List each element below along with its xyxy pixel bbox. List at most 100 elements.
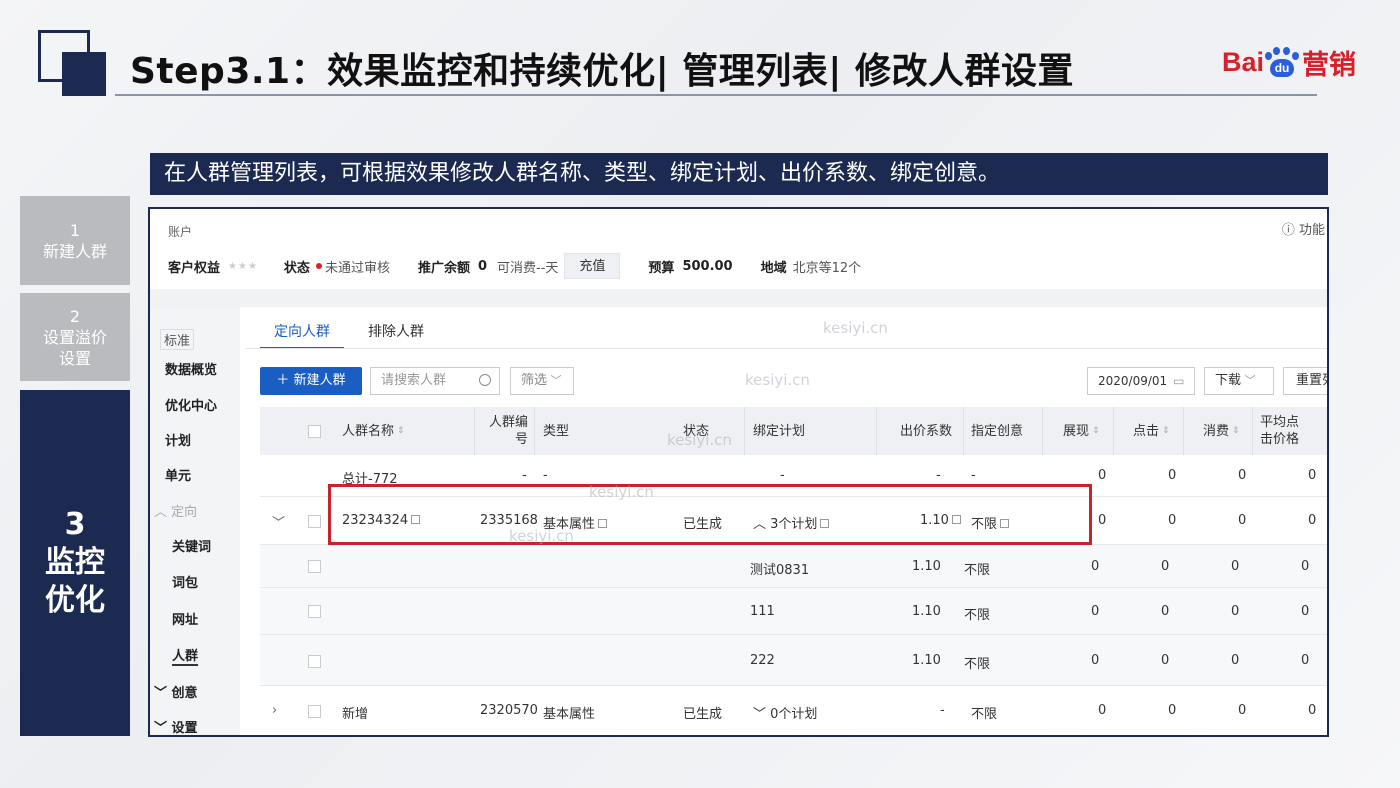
nav-settings-label: 设置	[171, 721, 198, 736]
region-value[interactable]: 北京等12个	[793, 257, 862, 276]
impressions: 0	[1098, 703, 1107, 718]
nav-plan[interactable]: 计划	[165, 430, 191, 449]
col-label: 人群名称	[342, 423, 395, 439]
total-avg: 0	[1308, 468, 1317, 483]
new-crowd-button[interactable]: ＋ 新建人群	[260, 367, 362, 395]
total-type: -	[543, 468, 548, 483]
row-checkbox[interactable]	[308, 605, 321, 618]
date-value: 2020/09/01	[1098, 374, 1168, 388]
col-impressions[interactable]: 展现 ⇕	[1063, 407, 1100, 455]
impressions: 0	[1091, 604, 1100, 619]
nav-keywords[interactable]: 关键词	[172, 536, 211, 555]
nav-settings[interactable]: ﹀ 设置	[154, 717, 198, 736]
tabs-underline	[246, 348, 1327, 349]
col-type[interactable]: 类型	[543, 407, 569, 455]
watermark: kesiyi.cn	[823, 319, 888, 337]
clicks: 0	[1161, 604, 1170, 619]
col-divider	[963, 407, 964, 455]
date-picker[interactable]: 2020/09/01 ▭	[1087, 367, 1195, 395]
filter-select[interactable]: 筛选 ﹀	[510, 367, 574, 395]
total-clicks: 0	[1168, 468, 1177, 483]
recharge-button[interactable]: 充值	[564, 253, 621, 279]
nav-creative[interactable]: ﹀ 创意	[154, 682, 198, 701]
crowd-type[interactable]: 基本属性	[543, 703, 595, 722]
total-id: -	[522, 468, 527, 483]
expand-chevron-icon[interactable]: ›	[272, 703, 277, 718]
tab-targeted-crowd[interactable]: 定向人群	[260, 321, 344, 349]
account-label: 账户	[168, 225, 193, 239]
step-number: 2	[69, 306, 81, 326]
watermark: kesiyi.cn	[667, 431, 732, 449]
nav-crowd[interactable]: 人群	[172, 645, 199, 666]
nav-url[interactable]: 网址	[172, 609, 198, 628]
nav-targeting[interactable]: ︿ 定向	[154, 501, 197, 520]
reset-columns-button[interactable]: 重置列	[1283, 367, 1327, 395]
col-crowd-id[interactable]: 人群编号	[482, 407, 528, 455]
crowd-status: 已生成	[683, 707, 723, 722]
decor-square-fill	[62, 52, 106, 96]
collapse-chevron-icon[interactable]: ﹀	[272, 512, 285, 531]
crowd-search-input[interactable]: 请搜索人群	[370, 367, 500, 395]
table-sub-row: 111 1.10 不限 0 0 0 0	[260, 588, 1327, 635]
col-clicks[interactable]: 点击 ⇕	[1133, 407, 1170, 455]
avg-cpc: 0	[1308, 703, 1317, 718]
total-bid: -	[936, 468, 941, 483]
step-label: 优化	[45, 583, 105, 618]
bound-plans-cell[interactable]: ﹀ 0个计划	[753, 703, 817, 722]
chevron-down-icon: ﹀	[1241, 374, 1256, 387]
col-divider	[474, 407, 475, 455]
select-all-checkbox[interactable]	[308, 425, 321, 438]
crowd-name[interactable]: 新增	[342, 703, 368, 722]
crowd-management-screenshot: 账户 ⓘ 功能 客户权益 ★★★ 状态 未通过审核 推广余额 0 可消费--天 …	[148, 207, 1329, 737]
col-spend[interactable]: 消费 ⇕	[1203, 407, 1240, 455]
rating-stars: ★★★	[228, 260, 258, 272]
total-plans: -	[780, 468, 785, 483]
search-placeholder: 请搜索人群	[381, 373, 447, 388]
search-icon	[479, 374, 491, 386]
tab-excluded-crowd[interactable]: 排除人群	[354, 321, 438, 349]
crowd-tabs: 定向人群 排除人群	[260, 321, 448, 349]
step-number: 1	[69, 220, 81, 240]
feature-link[interactable]: ⓘ 功能	[1282, 219, 1325, 238]
row-checkbox[interactable]	[308, 560, 321, 573]
bid-factor: -	[940, 703, 945, 718]
nav-overview[interactable]: 数据概览	[165, 359, 217, 378]
sort-icon: ⇕	[1092, 425, 1100, 436]
nav-standard[interactable]: 标准	[160, 329, 195, 350]
col-creative[interactable]: 指定创意	[971, 407, 1023, 455]
col-label: 消费	[1203, 423, 1230, 439]
col-crowd-name[interactable]: 人群名称 ⇕	[342, 407, 405, 455]
download-label: 下载	[1215, 373, 1242, 388]
col-label: 展现	[1063, 423, 1090, 439]
calendar-icon: ▭	[1173, 374, 1185, 388]
col-divider	[534, 407, 535, 455]
creative-value: 不限	[971, 707, 998, 722]
clicks: 0	[1168, 703, 1177, 718]
step-number: 3	[64, 507, 86, 542]
impressions: 0	[1098, 513, 1107, 528]
left-nav: 标准 数据概览 优化中心 计划 单元 ︿ 定向 关键词 词包 网址 人群 ﹀ 创…	[150, 307, 240, 736]
col-avg-cpc[interactable]: 平均点 击价格	[1260, 407, 1299, 455]
impressions: 0	[1091, 559, 1100, 574]
col-bound-plans[interactable]: 绑定计划	[753, 407, 805, 455]
row-checkbox[interactable]	[308, 515, 321, 528]
download-dropdown[interactable]: 下载 ﹀	[1204, 367, 1274, 395]
chevron-up-icon: ︿	[154, 505, 172, 520]
row-checkbox[interactable]	[308, 705, 321, 718]
creative-value: 不限	[964, 608, 991, 623]
row-checkbox[interactable]	[308, 655, 321, 668]
filter-label: 筛选	[521, 373, 548, 388]
nav-optimize-center[interactable]: 优化中心	[165, 395, 217, 414]
paw-icon: du	[1265, 47, 1300, 77]
nav-word-package[interactable]: 词包	[172, 572, 198, 591]
col-divider	[1042, 407, 1043, 455]
impressions: 0	[1091, 653, 1100, 668]
col-bid-factor[interactable]: 出价系数	[900, 407, 952, 455]
nav-unit[interactable]: 单元	[165, 465, 191, 484]
budget-value: 500.00	[682, 258, 733, 274]
plan-name: 111	[750, 604, 775, 619]
budget-label: 预算	[648, 260, 675, 276]
plan-name: 222	[750, 653, 775, 668]
table-sub-row: 222 1.10 不限 0 0 0 0	[260, 635, 1327, 686]
avg-cpc: 0	[1301, 559, 1310, 574]
